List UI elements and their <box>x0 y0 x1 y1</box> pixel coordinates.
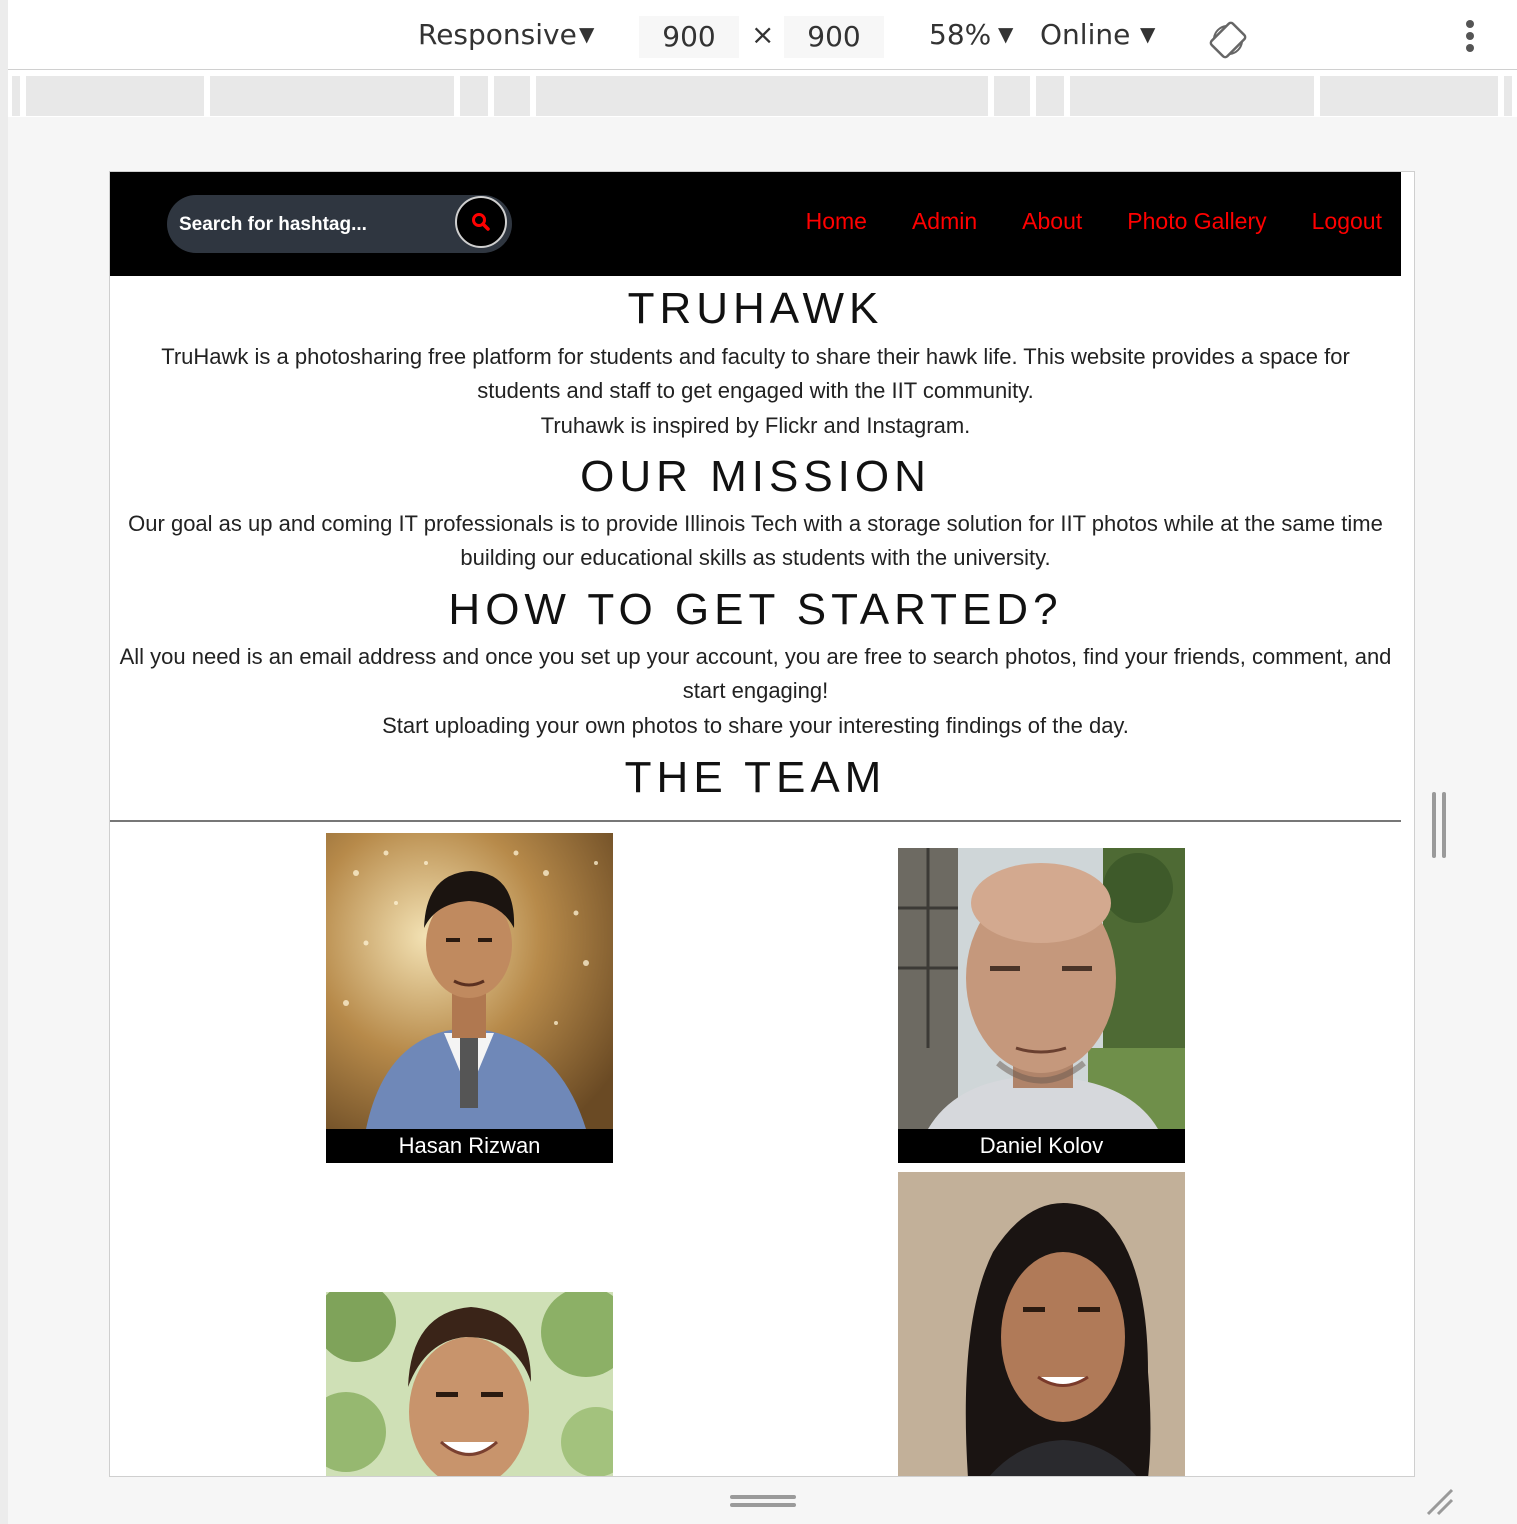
get-started-heading: HOW TO GET STARTED? <box>448 585 1063 634</box>
team-member-photo <box>326 1292 613 1476</box>
team-member-card[interactable] <box>326 1292 613 1476</box>
device-viewport: Home Admin About Photo Gallery Logout TR… <box>109 171 1415 1477</box>
resize-handle-bottom[interactable] <box>730 1495 796 1509</box>
nav-menu: Home Admin About Photo Gallery Logout <box>806 208 1382 240</box>
team-member-photo <box>898 848 1185 1129</box>
truhawk-inspiration: Truhawk is inspired by Flickr and Instag… <box>540 413 971 438</box>
device-toolbar: Responsive ▼ 900 × 900 58% ▼ Online ▼ <box>0 0 1517 70</box>
truhawk-description: TruHawk is a photosharing free platform … <box>161 344 1350 403</box>
height-input[interactable]: 900 <box>784 16 884 58</box>
device-select[interactable]: Responsive <box>418 18 577 51</box>
team-member-name: Hasan Rizwan <box>326 1129 613 1163</box>
network-select[interactable]: Online <box>1040 18 1130 51</box>
team-divider <box>110 820 1401 822</box>
dimension-separator: × <box>751 18 775 51</box>
zoom-dropdown-icon[interactable]: ▼ <box>998 22 1013 46</box>
more-options-icon[interactable] <box>1462 20 1478 60</box>
search-button[interactable] <box>455 196 507 248</box>
devtools-edge <box>0 0 8 1524</box>
get-started-upload-text: Start uploading your own photos to share… <box>382 713 1129 738</box>
team-member-card[interactable] <box>898 1172 1185 1476</box>
zoom-select[interactable]: 58% <box>929 18 991 51</box>
mission-text: Our goal as up and coming IT professiona… <box>128 511 1383 570</box>
get-started-text: All you need is an email address and onc… <box>119 644 1392 703</box>
width-input[interactable]: 900 <box>639 16 739 58</box>
rotate-icon[interactable] <box>1208 20 1248 60</box>
team-member-card[interactable]: Daniel Kolov <box>898 848 1185 1163</box>
search-icon <box>472 213 490 231</box>
resize-handle-right[interactable] <box>1432 792 1448 858</box>
nav-photo-gallery[interactable]: Photo Gallery <box>1127 208 1266 240</box>
team-member-name: Daniel Kolov <box>898 1129 1185 1163</box>
media-query-bar[interactable] <box>12 76 1512 116</box>
nav-admin[interactable]: Admin <box>912 208 977 240</box>
search-box <box>167 195 512 253</box>
team-member-card[interactable]: Hasan Rizwan <box>326 833 613 1163</box>
team-member-photo <box>898 1172 1185 1476</box>
site-navbar: Home Admin About Photo Gallery Logout <box>110 172 1401 276</box>
nav-logout[interactable]: Logout <box>1312 208 1382 240</box>
truhawk-heading: TRUHAWK <box>627 284 884 333</box>
resize-corner-icon[interactable] <box>1424 1486 1456 1518</box>
search-input[interactable] <box>177 205 451 245</box>
device-dropdown-icon[interactable]: ▼ <box>579 22 594 46</box>
nav-about[interactable]: About <box>1022 208 1082 240</box>
mission-heading: OUR MISSION <box>580 452 931 501</box>
nav-home[interactable]: Home <box>806 208 867 240</box>
network-dropdown-icon[interactable]: ▼ <box>1140 22 1155 46</box>
team-member-photo <box>326 833 613 1129</box>
team-heading: THE TEAM <box>624 753 887 802</box>
